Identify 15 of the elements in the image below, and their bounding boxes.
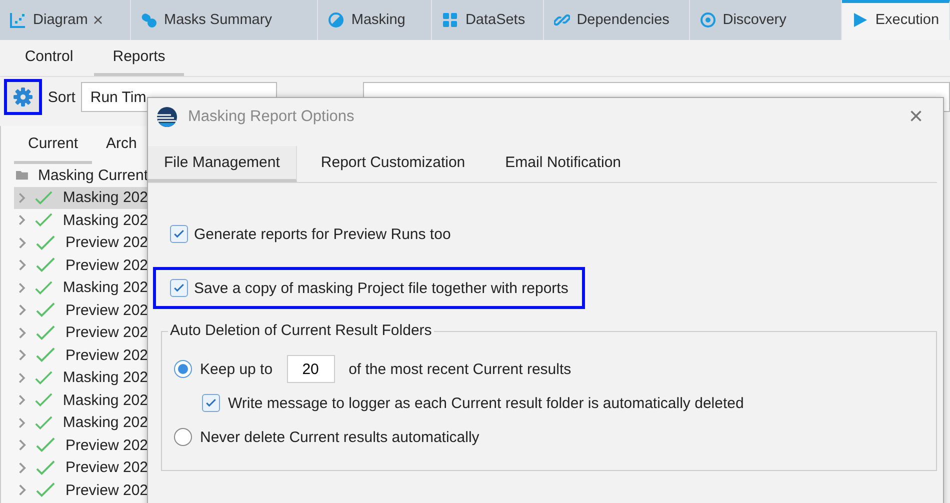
tab-label: Diagram	[33, 12, 88, 28]
option-label: Write message to logger as each Current result folder is automatically deleted	[228, 394, 744, 412]
tab-label: Masking	[351, 12, 406, 28]
sort-label: Sort	[48, 88, 76, 106]
tab-label: DataSets	[465, 12, 526, 28]
option-label: Save a copy of masking Project file together with reports	[194, 280, 568, 296]
tab-label: Dependencies	[576, 12, 670, 28]
tab-label: Execution	[875, 12, 940, 28]
field-label: of the most recent Current results	[348, 360, 572, 378]
radio-label: Keep up to	[200, 360, 273, 378]
radio-label: Never delete Current results automatically	[200, 428, 480, 446]
tab-label: Discovery	[722, 12, 786, 28]
dialog-title: Masking Report Options	[188, 108, 356, 126]
option-label: Generate reports for Preview Runs too	[194, 226, 451, 242]
tab-label: Masks Summary	[164, 12, 272, 28]
